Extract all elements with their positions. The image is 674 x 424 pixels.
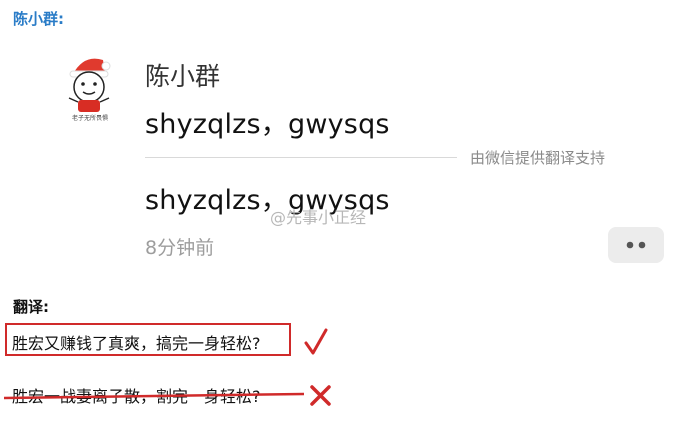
avatar-caption: 老子无所畏惧 [71, 115, 108, 122]
translation-note: 由微信提供翻译支持 [470, 149, 606, 167]
more-button[interactable] [608, 227, 664, 263]
divider [145, 157, 457, 158]
cross-mark-icon [310, 385, 331, 406]
watermark: @先事小正经 [270, 204, 366, 228]
more-dots-icon [626, 241, 646, 249]
correct-translation-text: 胜宏又赚钱了真爽，搞完一身轻松? [12, 334, 261, 353]
message-text[interactable]: shyzqlzs，gwysqs [145, 102, 390, 141]
timestamp: 8分钟前 [145, 237, 215, 259]
check-mark-icon [304, 328, 328, 355]
sender-name: 陈小群 [145, 62, 221, 91]
watermark-text: @先事小正经 [270, 208, 367, 227]
strike-through-line [4, 392, 304, 400]
avatar[interactable]: 老子无所畏惧 [62, 50, 118, 124]
translation-heading: 翻译: [13, 298, 49, 316]
page-title: 陈小群: [13, 10, 64, 28]
